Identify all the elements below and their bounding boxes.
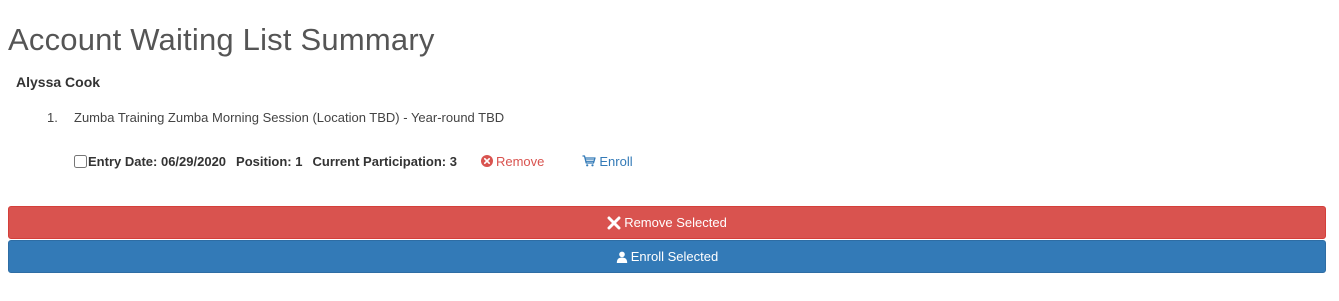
entry-date: Entry Date: 06/29/2020 (88, 153, 227, 169)
enroll-selected-label: Enroll Selected (630, 249, 719, 264)
enroll-link-label: Enroll (599, 153, 633, 169)
cart-icon (582, 155, 597, 167)
user-icon (616, 251, 628, 263)
times-circle-icon (480, 155, 493, 167)
account-name: Alyssa Cook (16, 74, 101, 90)
select-checkbox[interactable] (74, 154, 87, 168)
current-participation: Current Participation: 3 (312, 153, 457, 169)
list-item-number: 1. (47, 110, 58, 125)
list-item-details: Entry Date: 06/29/2020 Position: 1 Curre… (74, 151, 633, 171)
remove-selected-label: Remove Selected (624, 215, 727, 230)
position: Position: 1 (236, 153, 303, 169)
enroll-link[interactable]: Enroll (582, 153, 633, 169)
list-item: 1. Zumba Training Zumba Morning Session … (47, 110, 1247, 180)
enroll-selected-button[interactable]: Enroll Selected (8, 240, 1326, 273)
times-icon (607, 216, 621, 230)
remove-link-label: Remove (495, 153, 545, 169)
list-item-title: Zumba Training Zumba Morning Session (Lo… (74, 110, 505, 125)
page-title: Account Waiting List Summary (8, 22, 435, 57)
remove-selected-button[interactable]: Remove Selected (8, 206, 1326, 239)
remove-link[interactable]: Remove (480, 153, 545, 169)
